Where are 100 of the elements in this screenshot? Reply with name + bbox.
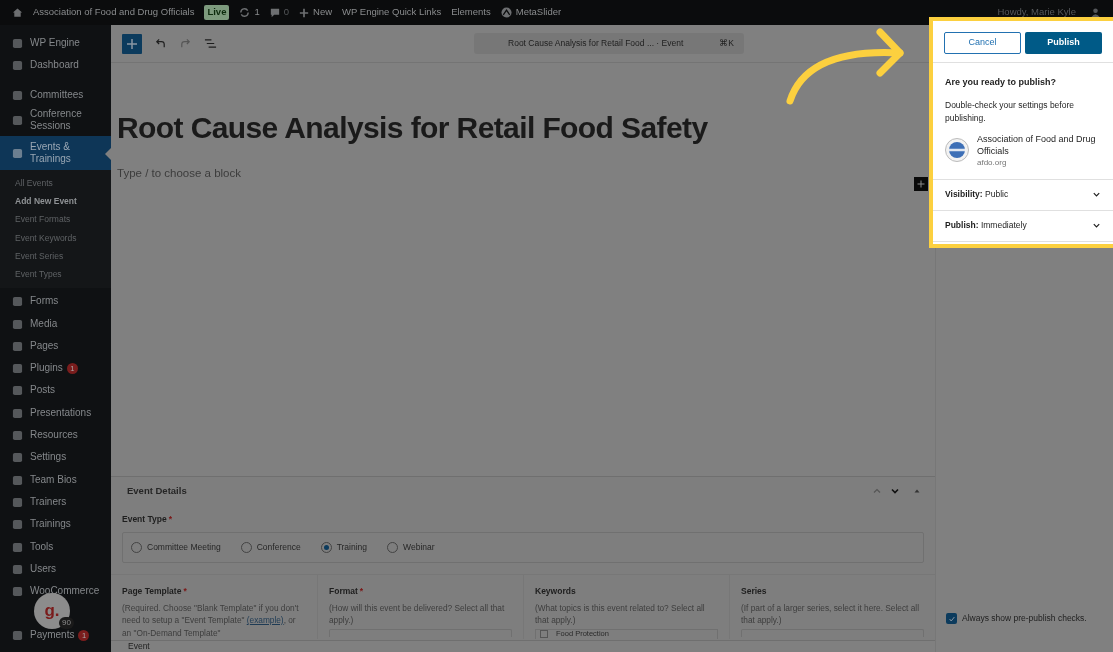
count-badge: 90 (59, 617, 74, 629)
checkbox-label: Always show pre-publish checks. (962, 612, 1087, 625)
menu-icon (12, 541, 23, 553)
submenu-item[interactable]: Event Series (0, 247, 111, 266)
submenu-item[interactable]: Add New Event (0, 192, 111, 211)
toolbar-link[interactable]: Elements (451, 5, 491, 20)
user-avatar-icon[interactable] (1090, 7, 1101, 18)
menu-item[interactable]: Committees (0, 83, 111, 106)
new-link[interactable]: New (313, 5, 333, 20)
menu-item[interactable]: Pages (0, 334, 111, 358)
radio-option[interactable]: Training (320, 540, 368, 554)
menu-icon (12, 496, 23, 508)
publish-button[interactable]: Publish (1025, 32, 1102, 54)
menu-icon (12, 147, 23, 159)
menu-item[interactable]: Team Bios (0, 468, 111, 491)
chevron-down-icon[interactable] (890, 486, 900, 496)
menu-icon (12, 318, 23, 330)
site-name-link[interactable]: Association of Food and Drug Officials (33, 5, 195, 20)
radio-option[interactable]: Conference (240, 540, 301, 554)
comments-count[interactable]: 0 (283, 5, 290, 20)
redo-icon[interactable] (179, 37, 192, 50)
menu-icon (12, 340, 23, 352)
example-link[interactable]: (example) (246, 615, 284, 625)
required-mark: * (183, 584, 187, 598)
plus-icon[interactable] (299, 7, 310, 18)
shortcut-label: ⌘K (719, 37, 734, 50)
submenu-item[interactable]: Event Keywords (0, 229, 111, 248)
menu-item[interactable]: Media (0, 312, 111, 335)
panel-title: Event Details (127, 483, 187, 498)
submenu-item[interactable]: Event Formats (0, 210, 111, 229)
chevron-down-icon[interactable] (1092, 190, 1101, 199)
submenu-item[interactable]: All Events (0, 173, 111, 193)
live-badge: Live (204, 5, 230, 20)
menu-item[interactable]: Trainers (0, 490, 111, 514)
menu-item[interactable]: Users (0, 557, 111, 580)
updates-count[interactable]: 1 (254, 5, 260, 20)
menu-item[interactable]: Posts (0, 379, 111, 402)
submenu-item[interactable]: Event Types (0, 265, 111, 285)
toolbar-link[interactable]: MetaSlider (515, 5, 562, 20)
menu-item[interactable]: WP Engine (0, 32, 111, 55)
site-name: Association of Food and Drug Officials (977, 132, 1097, 157)
required-mark: * (168, 513, 173, 526)
radio-option[interactable]: Committee Meeting (131, 540, 221, 554)
checkbox[interactable] (946, 613, 957, 625)
menu-item[interactable]: Resources (0, 423, 111, 447)
chevron-up-icon[interactable] (872, 486, 882, 496)
field-label: Page Template (122, 584, 182, 598)
menu-icon (12, 586, 23, 598)
checkbox[interactable] (540, 630, 548, 638)
menu-icon (12, 114, 23, 126)
menu-item[interactable]: Trainings (0, 513, 111, 536)
menu-icon (12, 430, 23, 442)
field-label: Format (329, 584, 358, 598)
field-label: Keywords (535, 584, 576, 598)
menu-icon (12, 630, 23, 642)
site-url: afdo.org (977, 156, 1008, 169)
cancel-button[interactable]: Cancel (944, 32, 1022, 54)
block-inserter-button[interactable] (914, 177, 928, 191)
menu-icon (12, 60, 23, 72)
menu-icon (12, 363, 23, 375)
menu-item[interactable]: Settings (0, 446, 111, 469)
required-mark: * (359, 584, 364, 598)
field-label: Series (741, 584, 767, 598)
add-block-button[interactable] (122, 33, 142, 54)
settings-row[interactable]: Publish: Immediately (933, 210, 1113, 242)
menu-icon (12, 452, 23, 464)
menu-icon (12, 38, 23, 50)
menu-item[interactable]: Conference Sessions (0, 105, 111, 134)
panel-heading: Are you ready to publish? (945, 76, 1057, 89)
document-title: Root Cause Analysis for Retail Food ... · Event (507, 37, 685, 50)
radio-option[interactable]: Webinar (387, 540, 435, 554)
menu-icon (12, 296, 23, 308)
toolbar-link[interactable]: WP Engine Quick Links (342, 5, 442, 20)
mountain-logo-icon[interactable] (500, 7, 512, 18)
menu-item[interactable]: Forms (0, 290, 111, 313)
home-icon[interactable] (12, 7, 23, 18)
menu-icon (12, 385, 23, 397)
undo-icon[interactable] (154, 37, 167, 50)
settings-row[interactable]: Visibility: Public (933, 179, 1113, 211)
block-placeholder[interactable]: Type / to choose a block (117, 165, 929, 183)
breadcrumb[interactable]: Event (128, 640, 150, 652)
post-title[interactable]: Root Cause Analysis for Retail Food Safety (117, 110, 929, 146)
menu-item[interactable]: Tools (0, 535, 111, 558)
menu-icon (12, 563, 23, 575)
globe-logo-icon (945, 137, 969, 162)
refresh-icon[interactable] (239, 7, 251, 18)
menu-icon (12, 89, 23, 101)
menu-icon (12, 519, 23, 531)
menu-icon (12, 474, 23, 486)
menu-item[interactable]: Events & Trainings (0, 135, 111, 170)
menu-pointer (105, 147, 111, 160)
list-view-icon[interactable] (204, 37, 217, 50)
field-label: Event Type (122, 513, 167, 526)
panel-message: Double-check your settings before publishing. (945, 98, 1075, 125)
menu-item[interactable]: Presentations (0, 401, 111, 424)
menu-icon (12, 407, 23, 419)
comment-icon[interactable] (269, 7, 280, 18)
document-bar[interactable]: Root Cause Analysis for Retail Food ... · Event ⌘K (474, 33, 744, 54)
chevron-down-icon[interactable] (1092, 221, 1101, 230)
menu-item[interactable]: Dashboard (0, 54, 111, 77)
